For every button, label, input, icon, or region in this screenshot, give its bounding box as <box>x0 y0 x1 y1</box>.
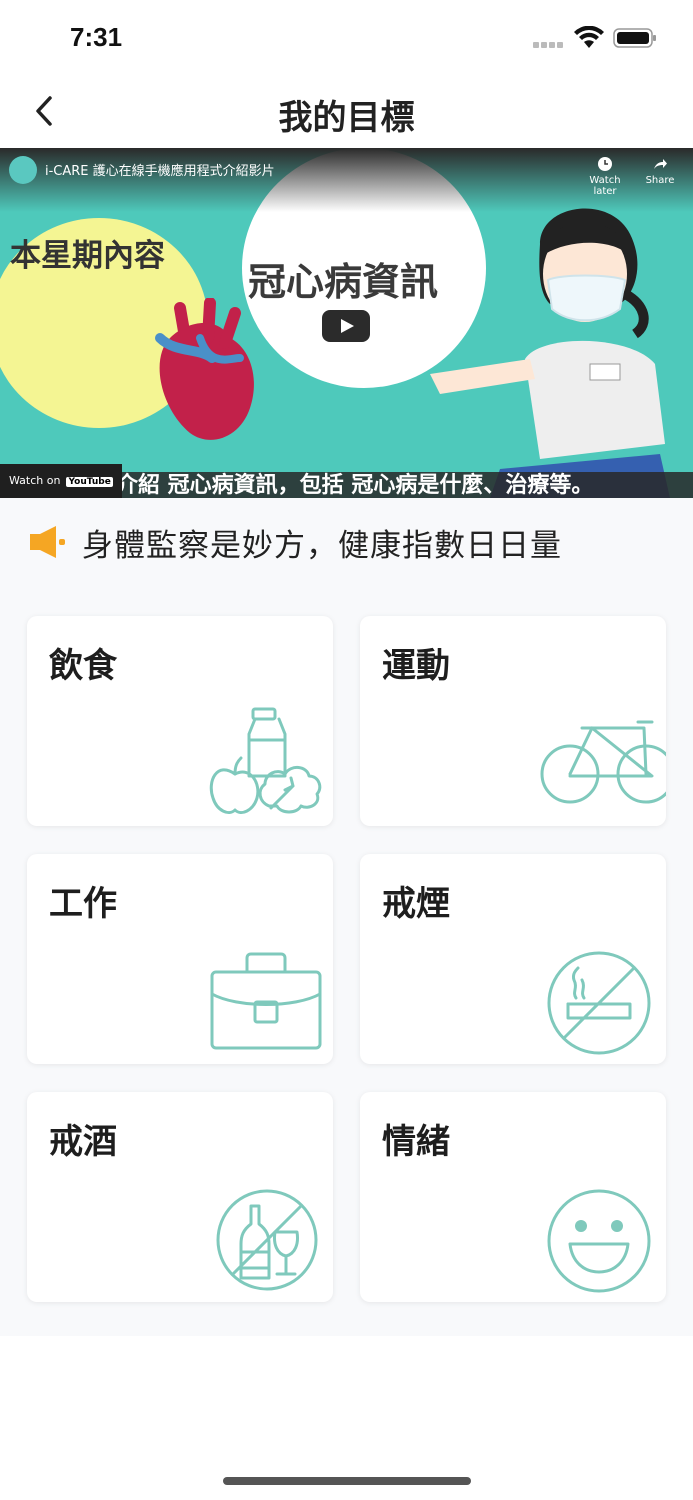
category-label: 情緒 <box>382 1122 450 1162</box>
cellular-signal-icon <box>533 42 565 48</box>
watch-on-label: Watch on <box>9 474 61 487</box>
no-smoking-icon <box>547 951 651 1055</box>
nav-bar: 我的目標 <box>0 76 693 148</box>
category-card-exercise[interactable]: 運動 <box>360 616 666 826</box>
speaker-icon <box>30 526 65 558</box>
nurse-illustration <box>430 208 670 498</box>
category-label: 飲食 <box>49 646 117 686</box>
youtube-logo: YouTube <box>66 477 113 487</box>
no-alcohol-icon <box>216 1189 318 1291</box>
share-label: Share <box>645 175 675 186</box>
page-title: 我的目標 <box>278 98 415 138</box>
category-label: 運動 <box>382 646 450 686</box>
goals-content: 身體監察是妙方，健康指數日日量 飲食 運動 工作 戒煙 戒酒 情緒 <box>0 498 693 1336</box>
status-time: 7:31 <box>70 22 123 52</box>
food-icon <box>209 707 322 814</box>
video-player[interactable]: 本星期內容 冠心病資訊 i-CARE 護心在線手機應用程式介紹影片 Watch … <box>0 148 693 498</box>
share-icon <box>654 159 667 169</box>
category-label: 戒酒 <box>49 1122 117 1162</box>
smiley-icon <box>547 1189 651 1293</box>
channel-logo-icon[interactable] <box>9 156 37 184</box>
watch-on-youtube-button[interactable]: Watch on YouTube <box>0 464 122 498</box>
category-card-quit-smoking[interactable]: 戒煙 <box>360 854 666 1064</box>
category-label: 工作 <box>49 884 117 924</box>
bicycle-icon <box>540 720 666 804</box>
heart-illustration <box>155 298 254 440</box>
watch-later-button[interactable]: Watch later <box>578 156 632 197</box>
category-card-quit-drinking[interactable]: 戒酒 <box>27 1092 333 1302</box>
tip-banner: 身體監察是妙方，健康指數日日量 <box>28 520 562 564</box>
watch-later-label: Watch later <box>589 175 621 197</box>
share-button[interactable]: Share <box>640 156 680 186</box>
category-card-emotion[interactable]: 情緒 <box>360 1092 666 1302</box>
status-bar: 7:31 <box>0 0 693 76</box>
category-card-food[interactable]: 飲食 <box>27 616 333 826</box>
clock-icon <box>598 157 612 171</box>
video-title[interactable]: i-CARE 護心在線手機應用程式介紹影片 <box>45 160 275 179</box>
home-indicator[interactable] <box>223 1477 471 1485</box>
briefcase-icon <box>210 952 322 1050</box>
play-button[interactable] <box>322 310 370 342</box>
left-bubble-text: 本星期內容 <box>10 238 165 274</box>
category-card-work[interactable]: 工作 <box>27 854 333 1064</box>
battery-icon <box>613 28 656 48</box>
category-label: 戒煙 <box>382 884 450 924</box>
tip-text: 身體監察是妙方，健康指數日日量 <box>82 527 562 564</box>
wifi-icon <box>574 26 604 48</box>
